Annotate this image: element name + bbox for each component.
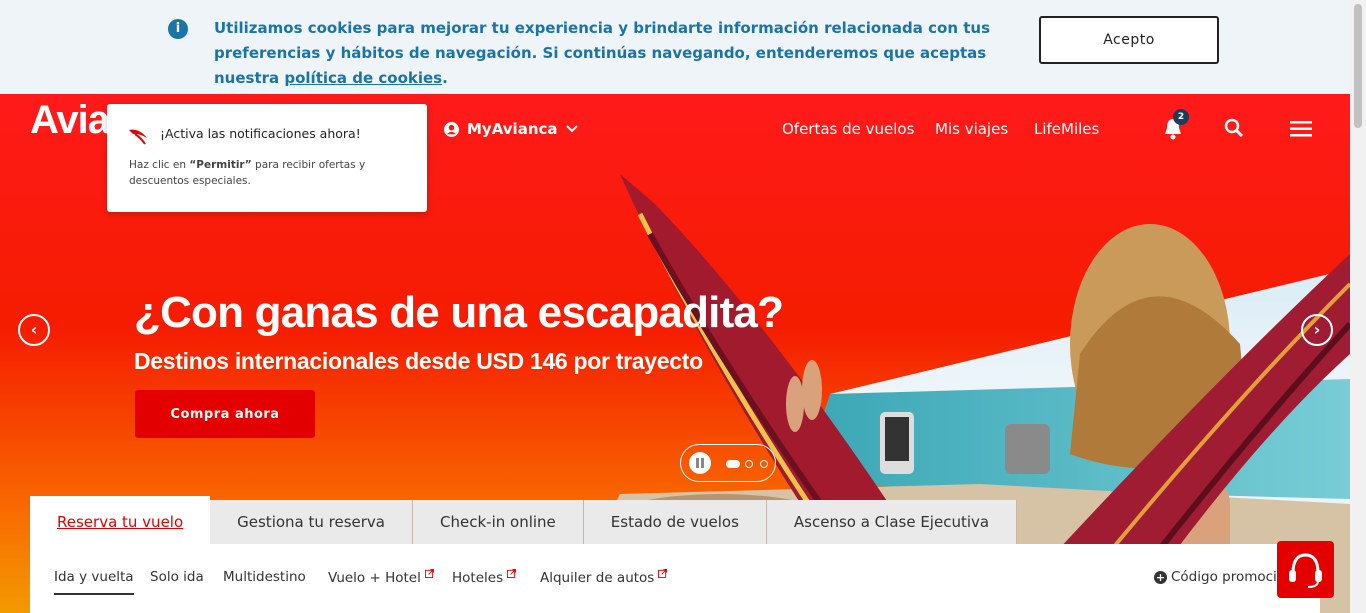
notification-count-badge: 2 xyxy=(1173,109,1189,125)
promo-code-label: Código promocio xyxy=(1171,569,1286,585)
external-link-icon xyxy=(507,569,517,578)
notification-body: Haz clic en “Permitir” para recibir ofer… xyxy=(129,157,419,189)
booking-tabs: Reserva tu vuelo Gestiona tu reserva Che… xyxy=(30,496,1018,544)
myavianca-label: MyAvianca xyxy=(467,120,558,138)
search-icon[interactable] xyxy=(1224,118,1244,138)
hero-headline: ¿Con ganas de una escapadita? xyxy=(134,288,784,337)
tab-reserva-tu-vuelo[interactable]: Reserva tu vuelo xyxy=(30,496,211,544)
plus-circle-icon: + xyxy=(1154,570,1167,584)
external-link-icon xyxy=(424,569,434,578)
info-icon: i xyxy=(168,19,188,39)
subtab-alquiler-label: Alquiler de autos xyxy=(540,570,655,586)
external-link-icon xyxy=(658,569,668,578)
buy-now-button[interactable]: Compra ahora xyxy=(135,390,315,438)
tab-ascenso-clase-ejecutiva[interactable]: Ascenso a Clase Ejecutiva xyxy=(766,500,1018,544)
headset-icon xyxy=(1289,553,1322,588)
help-chat-button[interactable] xyxy=(1277,541,1334,598)
booking-panel: Ida y vuelta Solo ida Multidestino Vuelo… xyxy=(30,544,1320,613)
avianca-logo[interactable]: Avia xyxy=(30,98,110,143)
notification-body-bold: “Permitir” xyxy=(189,159,252,171)
cookie-policy-link[interactable]: política de cookies xyxy=(284,69,442,87)
nav-lifemiles[interactable]: LifeMiles xyxy=(1034,120,1099,138)
accept-cookies-button[interactable]: Acepto xyxy=(1039,16,1219,64)
subtab-vuelo-hotel[interactable]: Vuelo + Hotel xyxy=(328,569,434,586)
cookie-text-end: . xyxy=(442,69,448,87)
avianca-bird-icon xyxy=(129,129,147,145)
tab-estado-de-vuelos[interactable]: Estado de vuelos xyxy=(583,500,767,544)
subtab-alquiler-de-autos[interactable]: Alquiler de autos xyxy=(540,569,668,586)
subtab-hoteles[interactable]: Hoteles xyxy=(452,569,517,586)
subtab-multidestino[interactable]: Multidestino xyxy=(223,569,306,585)
hero-subheadline: Destinos internacionales desde USD 146 p… xyxy=(134,348,703,374)
user-icon xyxy=(444,121,459,137)
scroll-thumb[interactable] xyxy=(1354,4,1362,128)
carousel-prev-button[interactable]: ‹ xyxy=(18,314,50,346)
cookie-message: Utilizamos cookies para mejorar tu exper… xyxy=(214,16,1014,91)
carousel-dot[interactable] xyxy=(760,460,768,468)
promo-code-toggle[interactable]: + Código promocio xyxy=(1154,569,1285,585)
subtab-ida-y-vuelta[interactable]: Ida y vuelta xyxy=(54,569,134,595)
page-scrollbar[interactable] xyxy=(1350,0,1366,613)
carousel-dot[interactable] xyxy=(745,460,753,468)
carousel-dot[interactable] xyxy=(726,460,740,468)
nav-ofertas-de-vuelos[interactable]: Ofertas de vuelos xyxy=(782,120,914,138)
chevron-down-icon xyxy=(565,125,578,133)
cookie-banner: i Utilizamos cookies para mejorar tu exp… xyxy=(0,0,1350,94)
carousel-next-button[interactable]: › xyxy=(1301,314,1333,346)
subtab-hoteles-label: Hoteles xyxy=(452,570,504,586)
nav-mis-viajes[interactable]: Mis viajes xyxy=(935,120,1008,138)
tab-gestiona-tu-reserva[interactable]: Gestiona tu reserva xyxy=(210,500,414,544)
subtab-solo-ida[interactable]: Solo ida xyxy=(150,569,204,585)
subtab-vuelo-hotel-label: Vuelo + Hotel xyxy=(328,570,421,586)
tab-check-in-online[interactable]: Check-in online xyxy=(413,500,584,544)
carousel-controls xyxy=(680,444,776,482)
myavianca-menu[interactable]: MyAvianca xyxy=(444,120,578,138)
pause-icon[interactable] xyxy=(689,452,711,474)
hamburger-menu-icon[interactable] xyxy=(1290,121,1312,137)
notification-title: ¡Activa las notificaciones ahora! xyxy=(160,126,361,141)
notification-body-prefix: Haz clic en xyxy=(129,159,190,171)
notification-popup: ¡Activa las notificaciones ahora! Haz cl… xyxy=(107,104,427,212)
